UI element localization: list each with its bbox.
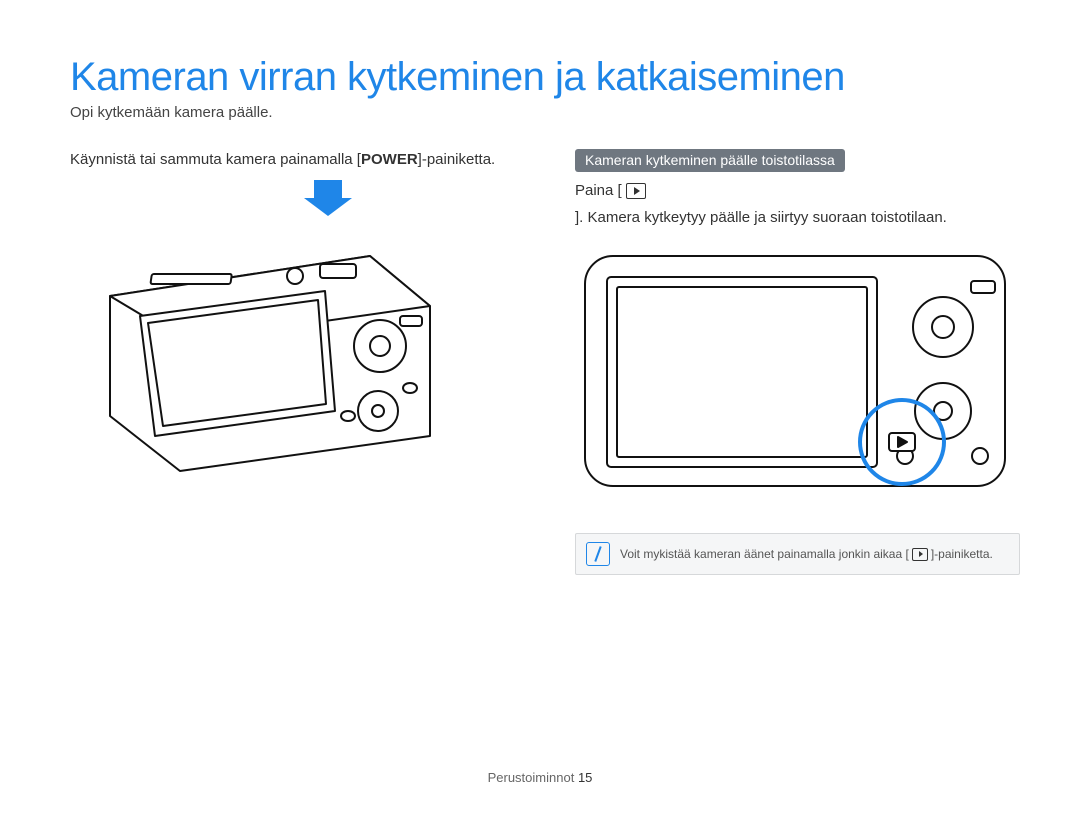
play-icon (912, 548, 928, 561)
note-post: ]-painiketta. (931, 547, 993, 561)
footer-section: Perustoiminnot (488, 770, 575, 785)
note-text: Voit mykistää kameran äänet painamalla j… (620, 547, 993, 561)
arrow-down-icon (314, 180, 342, 200)
right-column: Kameran kytkeminen päälle toistotilassa … (575, 149, 1020, 575)
page-title: Kameran virran kytkeminen ja katkaisemin… (70, 55, 1020, 100)
note-icon (586, 542, 610, 566)
note-pre: Voit mykistää kameran äänet painamalla j… (620, 547, 909, 561)
press-post: ]. Kamera kytkeytyy päälle ja siirtyy su… (575, 207, 947, 230)
playback-instruction: Paina [ ]. Kamera kytkeytyy päälle ja si… (575, 180, 1020, 229)
power-instruction: Käynnistä tai sammuta kamera painamalla … (70, 149, 515, 170)
camera-flat-illustration (575, 241, 1020, 501)
instr-pre: Käynnistä tai sammuta kamera painamalla … (70, 151, 361, 168)
press-pre: Paina [ (575, 180, 622, 203)
footer-page-number: 15 (578, 770, 592, 785)
section-pill: Kameran kytkeminen päälle toistotilassa (575, 149, 845, 172)
power-label: POWER (361, 151, 418, 168)
note-box: Voit mykistää kameran äänet painamalla j… (575, 533, 1020, 575)
camera-angled-illustration (70, 216, 515, 476)
instr-post: ]-painiketta. (418, 151, 496, 168)
play-icon (626, 183, 646, 199)
left-column: Käynnistä tai sammuta kamera painamalla … (70, 149, 515, 476)
arrow-indicator (140, 180, 515, 204)
page-footer: Perustoiminnot 15 (0, 770, 1080, 785)
page-subtitle: Opi kytkemään kamera päälle. (70, 104, 1020, 121)
